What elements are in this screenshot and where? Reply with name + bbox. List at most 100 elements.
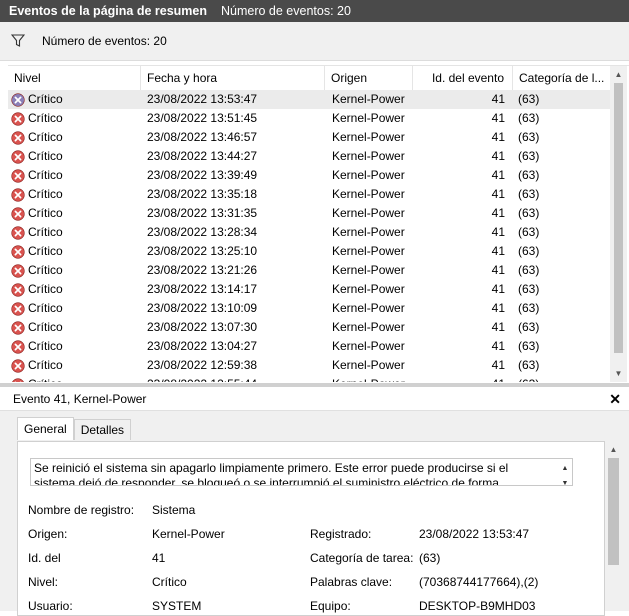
scroll-up-arrow-icon[interactable]: ▲ xyxy=(610,66,627,83)
detail-header: Evento 41, Kernel-Power ✕ xyxy=(0,388,629,411)
table-row[interactable]: Crítico 23/08/2022 13:53:47 Kernel-Power 41… xyxy=(8,90,610,109)
cell-event-id: 41 xyxy=(491,130,505,144)
error-icon xyxy=(11,225,25,240)
task-category-label: Categoría de tarea: xyxy=(310,551,414,565)
filter-text: Número de eventos: 20 xyxy=(42,34,167,48)
keywords-value: (70368744177664),(2) xyxy=(419,575,539,589)
cell-level: Crítico xyxy=(8,337,141,356)
cell-source: Kernel-Power xyxy=(332,358,405,372)
detail-scrollbar[interactable]: ▲ xyxy=(605,441,622,611)
table-row[interactable]: Crítico 23/08/2022 13:44:27 Kernel-Power 41… xyxy=(8,147,610,166)
filter-icon[interactable] xyxy=(10,33,26,49)
error-icon xyxy=(11,282,25,297)
error-icon xyxy=(11,111,25,126)
cell-source: Kernel-Power xyxy=(332,244,405,258)
cell-category: (63) xyxy=(518,149,540,163)
cell-level: Crítico xyxy=(8,280,141,299)
error-icon xyxy=(11,301,25,316)
description-scroll-down-icon[interactable]: ▼ xyxy=(562,476,569,485)
cell-datetime: 23/08/2022 13:21:26 xyxy=(147,263,258,277)
table-row[interactable]: Crítico 23/08/2022 13:07:30 Kernel-Power 41… xyxy=(8,318,610,337)
error-icon xyxy=(11,130,25,145)
cell-source: Kernel-Power xyxy=(332,282,405,296)
detail-scroll-thumb[interactable] xyxy=(608,458,619,565)
cell-datetime: 23/08/2022 12:59:38 xyxy=(147,358,258,372)
event-description-text: Se reinició el sistema sin apagarlo limp… xyxy=(34,461,509,486)
cell-category: (63) xyxy=(518,244,540,258)
cell-category: (63) xyxy=(518,111,540,125)
cell-level: Crítico xyxy=(8,90,141,109)
level-value: Crítico xyxy=(152,575,187,589)
table-row[interactable]: Crítico 23/08/2022 13:51:45 Kernel-Power 41… xyxy=(8,109,610,128)
table-row[interactable]: Crítico 23/08/2022 13:31:35 Kernel-Power 41… xyxy=(8,204,610,223)
cell-event-id: 41 xyxy=(491,206,505,220)
table-row[interactable]: Crítico 23/08/2022 13:28:34 Kernel-Power 41… xyxy=(8,223,610,242)
cell-event-id: 41 xyxy=(491,244,505,258)
cell-level-text: Crítico xyxy=(28,225,63,239)
cell-datetime: 23/08/2022 12:55:44 xyxy=(141,375,325,382)
table-row[interactable]: Crítico 23/08/2022 13:25:10 Kernel-Power 41… xyxy=(8,242,610,261)
cell-level: Crítico xyxy=(8,223,141,242)
cell-level-text: Crítico xyxy=(28,320,63,334)
table-row[interactable]: Crítico 23/08/2022 13:14:17 Kernel-Power 41… xyxy=(8,280,610,299)
table-row[interactable]: Crítico 23/08/2022 13:46:57 Kernel-Power 41… xyxy=(8,128,610,147)
cell-level: Crítico xyxy=(8,242,141,261)
level-label: Nivel: xyxy=(28,575,59,589)
cell-datetime: 23/08/2022 13:39:49 xyxy=(147,168,258,182)
error-icon xyxy=(11,92,25,107)
cell-datetime: 23/08/2022 13:31:35 xyxy=(147,206,258,220)
error-icon xyxy=(11,206,25,221)
cell-datetime: 23/08/2022 13:10:09 xyxy=(147,301,258,315)
cell-level-text: Crítico xyxy=(28,92,63,106)
task-category-value: (63) xyxy=(419,551,441,565)
table-scrollbar[interactable]: ▲ ▼ xyxy=(610,66,627,382)
pane-splitter[interactable] xyxy=(0,383,629,387)
cell-level: Crítico xyxy=(8,166,141,185)
tab-general[interactable]: General xyxy=(17,417,74,440)
column-header-event-id[interactable]: Id. del evento xyxy=(413,66,513,90)
cell-datetime: 23/08/2022 13:51:45 xyxy=(147,111,258,125)
table-row[interactable]: Crítico 23/08/2022 12:55:44Kernel-Power41… xyxy=(8,375,610,382)
scroll-down-arrow-icon[interactable]: ▼ xyxy=(610,365,627,382)
table-row[interactable]: Crítico 23/08/2022 13:04:27 Kernel-Power 41… xyxy=(8,337,610,356)
cell-event-id: 41 xyxy=(491,111,505,125)
description-scrollbar[interactable]: ▲ ▼ xyxy=(558,459,572,485)
cell-event-id: 41 xyxy=(491,263,505,277)
cell-source: Kernel-Power xyxy=(332,206,405,220)
close-icon[interactable]: ✕ xyxy=(609,391,621,407)
error-icon xyxy=(11,149,25,164)
table-row[interactable]: Crítico 23/08/2022 12:59:38 Kernel-Power 41… xyxy=(8,356,610,375)
column-header-source[interactable]: Origen xyxy=(325,66,413,90)
table-row[interactable]: Crítico 23/08/2022 13:21:26 Kernel-Power 41… xyxy=(8,261,610,280)
error-icon xyxy=(11,320,25,335)
cell-datetime: 23/08/2022 13:46:57 xyxy=(147,130,258,144)
cell-source: Kernel-Power xyxy=(332,187,405,201)
tab-details[interactable]: Detalles xyxy=(73,419,132,440)
table-row[interactable]: Crítico 23/08/2022 13:10:09 Kernel-Power 41… xyxy=(8,299,610,318)
event-description[interactable]: Se reinició el sistema sin apagarlo limp… xyxy=(30,458,573,486)
cell-datetime: 23/08/2022 13:44:27 xyxy=(147,149,258,163)
error-icon xyxy=(11,339,25,354)
cell-category: (63) xyxy=(518,187,540,201)
general-tab-body: Se reinició el sistema sin apagarlo limp… xyxy=(17,441,605,616)
cell-source: Kernel-Power xyxy=(332,130,405,144)
table-row[interactable]: Crítico 23/08/2022 13:35:18 Kernel-Power 41… xyxy=(8,185,610,204)
cell-datetime: 23/08/2022 13:25:10 xyxy=(147,244,258,258)
cell-source: Kernel-Power xyxy=(332,225,405,239)
cell-level-text: Crítico xyxy=(28,244,63,258)
cell-level: Crítico xyxy=(8,128,141,147)
cell-datetime: 23/08/2022 13:14:17 xyxy=(147,282,258,296)
column-header-level[interactable]: Nivel xyxy=(8,66,141,90)
column-header-category[interactable]: Categoría de l... xyxy=(513,66,610,90)
detail-scroll-up-arrow-icon[interactable]: ▲ xyxy=(605,441,622,458)
scroll-thumb[interactable] xyxy=(614,83,623,353)
summary-title-bar: Eventos de la página de resumen Número d… xyxy=(0,0,629,22)
column-header-datetime[interactable]: Fecha y hora xyxy=(141,66,325,90)
cell-category: (63) xyxy=(518,92,540,106)
description-scroll-up-icon[interactable]: ▲ xyxy=(562,461,569,476)
log-name-label: Nombre de registro: xyxy=(28,503,135,517)
table-row[interactable]: Crítico 23/08/2022 13:39:49 Kernel-Power 41… xyxy=(8,166,610,185)
cell-category: (63) xyxy=(518,301,540,315)
cell-level-text: Crítico xyxy=(28,282,63,296)
cell-level: Crítico xyxy=(8,147,141,166)
